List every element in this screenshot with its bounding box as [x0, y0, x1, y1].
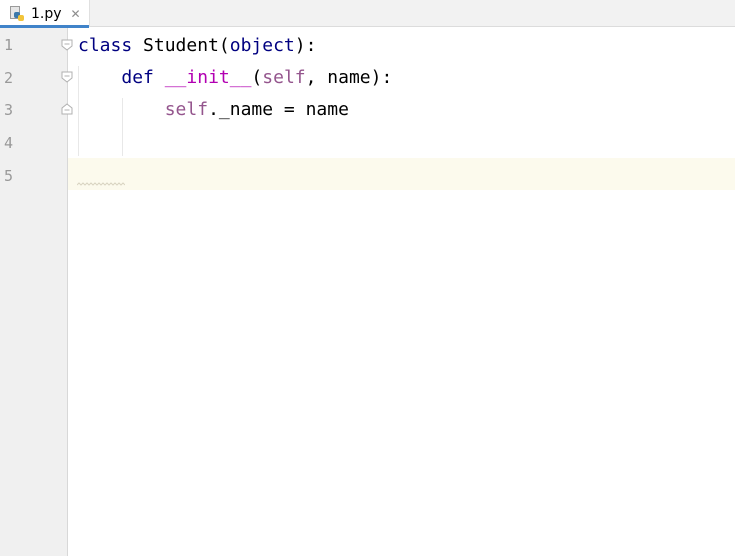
code-token: self — [164, 99, 209, 120]
warning-squiggle — [77, 182, 125, 186]
code-token: object — [229, 35, 295, 56]
fold-end-icon[interactable] — [60, 102, 74, 116]
code-token: class — [78, 35, 133, 56]
code-line-3[interactable]: self._name = name — [78, 99, 349, 121]
code-token: , name): — [305, 67, 393, 88]
code-token: self — [262, 67, 306, 88]
code-line-1[interactable]: class Student(object): — [78, 35, 316, 57]
code-token: ): — [294, 35, 317, 56]
line-number-4: 4 — [4, 134, 14, 152]
close-icon[interactable]: ✕ — [71, 8, 81, 20]
editor-tab-bar: 1.py ✕ — [0, 0, 735, 28]
code-token: ._name = name — [208, 99, 349, 120]
fold-collapse-icon[interactable] — [60, 38, 74, 52]
current-line-highlight — [68, 158, 735, 190]
code-line-2[interactable]: def __init__(self, name): — [78, 67, 392, 89]
line-number-2: 2 — [4, 69, 14, 87]
code-token: def — [121, 67, 154, 88]
line-number-1: 1 — [4, 36, 14, 54]
code-token: Student( — [132, 35, 230, 56]
line-number-3: 3 — [4, 101, 14, 119]
tab-label: 1.py — [31, 5, 62, 22]
line-number-5: 5 — [4, 167, 14, 185]
code-token: ( — [251, 67, 263, 88]
python-file-icon — [9, 5, 25, 22]
code-token: __init__ — [164, 67, 252, 88]
tab-1-py[interactable]: 1.py ✕ — [0, 0, 90, 28]
fold-collapse-icon[interactable] — [60, 70, 74, 84]
